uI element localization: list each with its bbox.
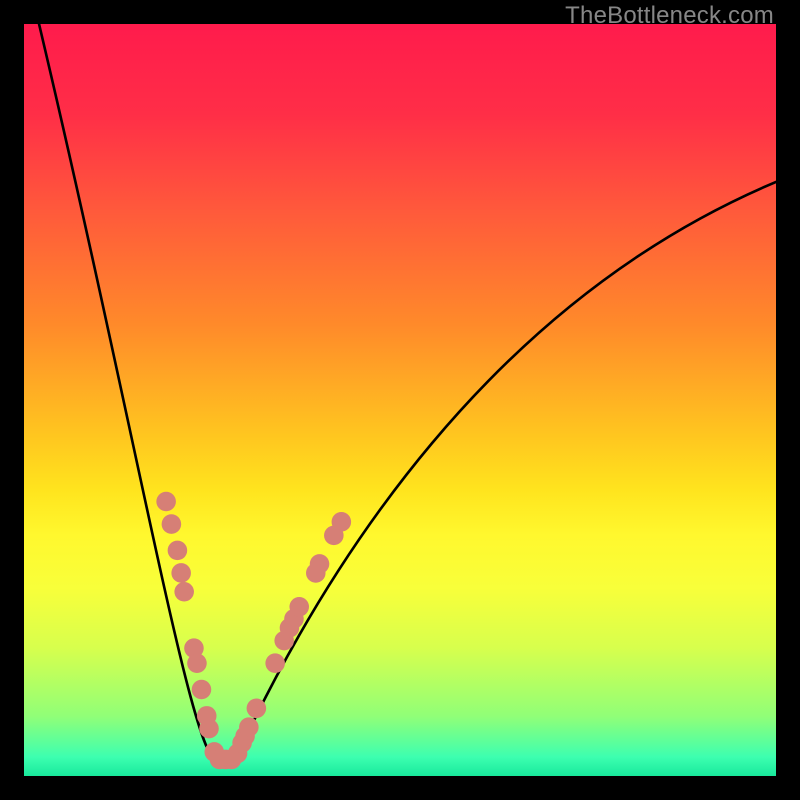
data-point — [174, 582, 194, 602]
data-point — [332, 512, 352, 532]
data-point — [289, 597, 309, 617]
series-right_curve — [235, 182, 776, 761]
data-point — [265, 653, 285, 673]
data-point — [199, 719, 219, 739]
curves-layer — [24, 24, 776, 776]
data-point — [162, 514, 182, 534]
data-point — [187, 653, 207, 673]
data-point — [247, 699, 267, 719]
watermark-text: TheBottleneck.com — [565, 2, 774, 30]
data-point — [239, 717, 259, 737]
data-point — [168, 541, 188, 561]
chart-frame: TheBottleneck.com — [0, 0, 800, 800]
data-point — [192, 680, 212, 700]
plot-area — [24, 24, 776, 776]
data-point — [171, 563, 191, 583]
data-point — [310, 554, 330, 574]
data-point — [156, 492, 176, 512]
